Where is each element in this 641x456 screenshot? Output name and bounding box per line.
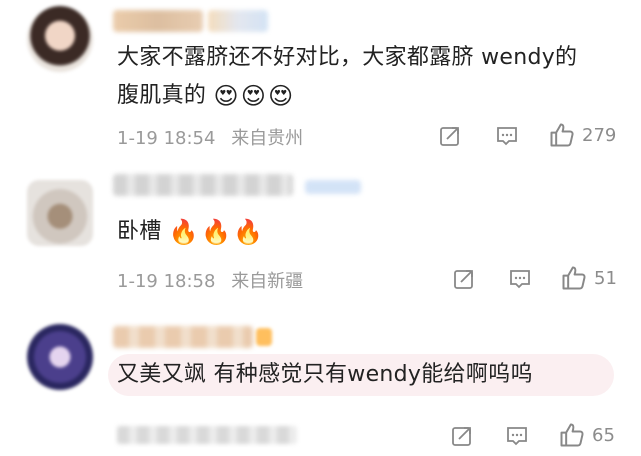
like-count: 279 bbox=[582, 124, 617, 146]
like-button[interactable]: 279 bbox=[548, 121, 616, 149]
comment-text-line1: 大家不露脐还不好对比，大家都露脐 wendy的 bbox=[117, 45, 578, 70]
heart-eyes-emoji: 😍 bbox=[213, 82, 239, 110]
heart-eyes-emoji: 😍 bbox=[240, 82, 267, 110]
comment-text: 又美又飒 有种感觉只有wendy能给啊呜呜 bbox=[117, 362, 533, 387]
like-button[interactable]: 65 bbox=[558, 421, 615, 449]
comment-icon bbox=[507, 427, 527, 446]
comment-button[interactable] bbox=[505, 424, 529, 448]
repost-icon bbox=[452, 427, 471, 446]
comment-button[interactable] bbox=[508, 267, 532, 291]
repost-icon bbox=[440, 127, 459, 146]
comment-text-line2: 腹肌真的 😍😍😍 bbox=[117, 78, 295, 114]
avatar[interactable] bbox=[27, 180, 93, 246]
comment-text-line2-text: 腹肌真的 bbox=[117, 83, 207, 108]
thumbs-up-icon bbox=[550, 123, 574, 147]
like-count: 51 bbox=[594, 267, 617, 289]
username-blurred[interactable] bbox=[113, 174, 293, 196]
comment-meta-blurred bbox=[117, 426, 297, 444]
fire-emoji: 🔥 bbox=[233, 218, 264, 246]
comment-meta: 1-19 18:54 来自贵州 bbox=[117, 124, 313, 150]
fire-emoji: 🔥 bbox=[168, 218, 200, 246]
comment-button[interactable] bbox=[495, 124, 519, 148]
username-blurred-tail bbox=[305, 180, 361, 194]
comment-date: 1-19 18:58 bbox=[117, 271, 216, 292]
comment-location: 来自贵州 bbox=[231, 128, 304, 149]
comment-location: 来自新疆 bbox=[231, 271, 304, 292]
comment-icon bbox=[497, 127, 517, 146]
comment-icon bbox=[510, 270, 530, 289]
comment-meta: 1-19 18:58 来自新疆 bbox=[117, 267, 313, 293]
comment-item: 卧槽 🔥🔥🔥 1-19 18:58 来自新疆 51 bbox=[0, 160, 641, 310]
comment-date: 1-19 18:54 bbox=[117, 128, 216, 149]
repost-button[interactable] bbox=[450, 424, 474, 448]
repost-icon bbox=[454, 270, 473, 289]
heart-eyes-emoji: 😍 bbox=[268, 82, 294, 110]
comment-text-content: 卧槽 bbox=[117, 219, 162, 244]
avatar[interactable] bbox=[27, 324, 93, 390]
thumbs-up-icon bbox=[560, 423, 584, 447]
username-blurred-tail bbox=[208, 10, 268, 32]
repost-button[interactable] bbox=[438, 124, 462, 148]
vip-badge bbox=[256, 328, 272, 346]
comment-item: 大家不露脐还不好对比，大家都露脐 wendy的 腹肌真的 😍😍😍 1-19 18… bbox=[0, 0, 641, 160]
repost-button[interactable] bbox=[452, 267, 476, 291]
like-button[interactable]: 51 bbox=[560, 264, 617, 292]
fire-emoji: 🔥 bbox=[201, 218, 232, 246]
username-blurred[interactable] bbox=[113, 10, 203, 32]
comment-text: 卧槽 🔥🔥🔥 bbox=[117, 214, 265, 250]
avatar[interactable] bbox=[27, 6, 93, 72]
like-count: 65 bbox=[592, 424, 615, 446]
thumbs-up-icon bbox=[562, 266, 586, 290]
username-blurred[interactable] bbox=[113, 326, 253, 348]
